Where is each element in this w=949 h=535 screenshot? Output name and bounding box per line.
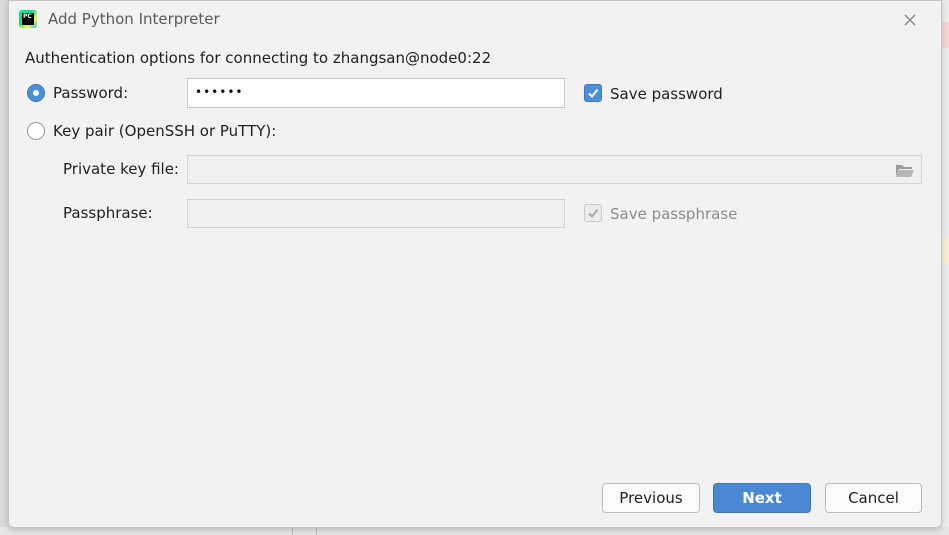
checkmark-icon bbox=[588, 88, 599, 99]
dialog-titlebar: PC Add Python Interpreter bbox=[9, 1, 941, 39]
dialog-title: Add Python Interpreter bbox=[48, 10, 220, 28]
app-icon-label: PC bbox=[22, 13, 34, 25]
browse-button[interactable] bbox=[895, 162, 915, 178]
keypair-radio[interactable] bbox=[27, 122, 45, 140]
background-divider bbox=[292, 527, 293, 535]
save-passphrase-checkbox[interactable] bbox=[584, 204, 602, 222]
save-password-label[interactable]: Save password bbox=[610, 85, 723, 103]
private-key-label: Private key file: bbox=[63, 160, 179, 178]
folder-open-icon bbox=[896, 165, 914, 177]
pycharm-icon: PC bbox=[19, 10, 37, 28]
passphrase-label: Passphrase: bbox=[63, 204, 153, 222]
add-python-interpreter-dialog: PC Add Python Interpreter Authentication… bbox=[8, 0, 942, 528]
cancel-button[interactable]: Cancel bbox=[825, 483, 922, 513]
next-button[interactable]: Next bbox=[713, 483, 811, 513]
close-button[interactable] bbox=[899, 9, 921, 31]
background-window-bottom bbox=[0, 527, 949, 535]
keypair-radio-label[interactable]: Key pair (OpenSSH or PuTTY): bbox=[53, 122, 276, 140]
password-field[interactable]: •••••• bbox=[187, 78, 565, 108]
auth-heading: Authentication options for connecting to… bbox=[25, 49, 492, 67]
save-passphrase-label[interactable]: Save passphrase bbox=[610, 205, 737, 223]
password-value: •••••• bbox=[195, 85, 244, 99]
save-password-checkbox[interactable] bbox=[584, 84, 602, 102]
previous-button[interactable]: Previous bbox=[602, 483, 700, 513]
private-key-field[interactable] bbox=[187, 155, 922, 184]
password-radio[interactable] bbox=[27, 84, 45, 102]
background-divider bbox=[316, 527, 317, 535]
checkmark-icon bbox=[588, 208, 599, 219]
password-radio-label[interactable]: Password: bbox=[53, 84, 128, 102]
close-icon bbox=[904, 14, 916, 26]
passphrase-field[interactable] bbox=[187, 199, 565, 228]
